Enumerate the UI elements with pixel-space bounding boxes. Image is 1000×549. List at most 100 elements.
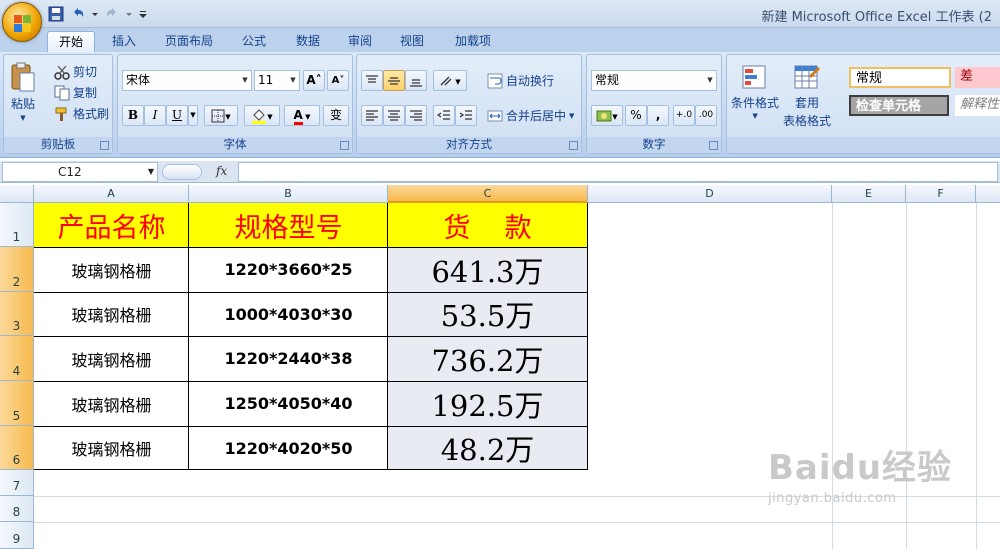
cell-spec[interactable]: 1220*4020*50 — [189, 426, 388, 470]
tab-review[interactable]: 审阅 — [338, 31, 382, 52]
conditional-format-button[interactable]: 条件格式 ▼ — [731, 63, 779, 120]
increase-decimal-button[interactable]: +.0 — [673, 105, 695, 126]
decrease-indent-button[interactable] — [433, 105, 455, 126]
tab-addins[interactable]: 加载项 — [446, 31, 500, 52]
comma-button[interactable]: , — [647, 105, 669, 126]
column-header-a[interactable]: A — [34, 185, 189, 203]
column-header-c[interactable]: C — [388, 185, 588, 203]
accounting-format-button[interactable]: ▼ — [591, 105, 623, 126]
undo-dropdown-icon[interactable] — [92, 6, 98, 22]
wrap-text-button[interactable]: 自动换行 — [487, 72, 554, 89]
underline-button[interactable]: U — [166, 105, 188, 126]
percent-button[interactable]: % — [625, 105, 647, 126]
cell-product[interactable]: 玻璃钢格栅 — [34, 426, 189, 470]
undo-icon[interactable] — [70, 6, 86, 22]
tab-data[interactable]: 数据 — [286, 31, 330, 52]
cell-amount[interactable]: 192.5万 — [388, 381, 587, 426]
font-launcher-icon[interactable] — [340, 141, 349, 150]
decrease-decimal-button[interactable]: .00 — [695, 105, 717, 126]
cell-style-normal[interactable]: 常规 — [849, 67, 951, 88]
formula-expand-handle[interactable] — [162, 164, 202, 180]
italic-button[interactable]: I — [144, 105, 166, 126]
cell-amount[interactable]: 48.2万 — [388, 426, 587, 470]
cell-product[interactable]: 玻璃钢格栅 — [34, 247, 189, 292]
tab-insert[interactable]: 插入 — [102, 31, 146, 52]
tab-page-layout[interactable]: 页面布局 — [156, 31, 222, 52]
grow-font-button[interactable]: A˄ — [303, 70, 325, 91]
increase-indent-button[interactable] — [455, 105, 477, 126]
cell-amount[interactable]: 53.5万 — [388, 292, 587, 336]
number-launcher-icon[interactable] — [709, 141, 718, 150]
header-cell-spec[interactable]: 规格型号 — [189, 203, 388, 247]
font-color-button[interactable]: A ▼ — [284, 105, 320, 126]
header-cell-product-name[interactable]: 产品名称 — [34, 203, 189, 247]
cell-style-explanatory[interactable]: 解释性 — [955, 95, 1000, 116]
customize-toolbar-icon[interactable] — [138, 6, 148, 22]
formula-input[interactable] — [238, 162, 998, 182]
header-cell-amount[interactable]: 货 款 — [388, 203, 587, 247]
gridline — [34, 522, 1000, 523]
fill-color-button[interactable]: ▼ — [244, 105, 280, 126]
row-header-3[interactable]: 3 — [0, 292, 34, 336]
align-center-button[interactable] — [383, 105, 405, 126]
underline-dropdown-icon[interactable]: ▼ — [188, 105, 198, 126]
column-header-e[interactable]: E — [832, 185, 906, 203]
cell-spec[interactable]: 1220*2440*38 — [189, 336, 388, 381]
format-as-table-button[interactable]: 套用 表格格式 — [783, 63, 831, 129]
format-painter-button[interactable]: 格式刷 — [54, 105, 109, 122]
row-header-9[interactable]: 9 — [0, 522, 34, 549]
align-right-button[interactable] — [405, 105, 427, 126]
column-header-d[interactable]: D — [588, 185, 832, 203]
styles-group: 条件格式 ▼ 套用 表格格式 常规 差 检查单元格 解释性 — [726, 54, 1000, 154]
cell-spec[interactable]: 1000*4030*30 — [189, 292, 388, 336]
align-top-button[interactable] — [361, 70, 383, 91]
insert-function-icon[interactable]: fx — [216, 162, 227, 180]
cell-product[interactable]: 玻璃钢格栅 — [34, 336, 189, 381]
cell-style-bad[interactable]: 差 — [955, 67, 1000, 88]
tab-home[interactable]: 开始 — [47, 31, 95, 52]
borders-button[interactable]: ▼ — [204, 105, 238, 126]
font-size-select[interactable]: 11 ▼ — [254, 70, 300, 91]
column-header-next[interactable] — [976, 185, 1000, 203]
row-header-5[interactable]: 5 — [0, 381, 34, 426]
tab-view[interactable]: 视图 — [390, 31, 434, 52]
number-format-select[interactable]: 常规 ▼ — [591, 70, 717, 91]
alignment-launcher-icon[interactable] — [569, 141, 578, 150]
row-header-8[interactable]: 8 — [0, 496, 34, 522]
align-bottom-button[interactable] — [405, 70, 427, 91]
save-icon[interactable] — [48, 6, 64, 22]
row-header-4[interactable]: 4 — [0, 336, 34, 381]
cell-style-check-cell[interactable]: 检查单元格 — [849, 95, 949, 116]
row-header-6[interactable]: 6 — [0, 426, 34, 470]
font-name-select[interactable]: 宋体 ▼ — [122, 70, 252, 91]
phonetic-button[interactable]: 变 — [323, 105, 349, 126]
row-header-1[interactable]: 1 — [0, 203, 34, 247]
align-left-button[interactable] — [361, 105, 383, 126]
align-middle-button[interactable] — [383, 70, 405, 91]
row-header-7[interactable]: 7 — [0, 470, 34, 496]
cell-product[interactable]: 玻璃钢格栅 — [34, 381, 189, 426]
merge-center-button[interactable]: 合并后居中 ▼ — [487, 107, 574, 124]
cut-button[interactable]: 剪切 — [54, 63, 97, 80]
name-box[interactable]: C12 ▼ — [2, 162, 158, 182]
paste-button[interactable]: 粘贴 ▼ — [8, 61, 38, 122]
row-header-2[interactable]: 2 — [0, 247, 34, 292]
conditional-format-label: 条件格式 — [731, 96, 780, 110]
tab-formulas[interactable]: 公式 — [232, 31, 276, 52]
cell-amount[interactable]: 736.2万 — [388, 336, 587, 381]
column-header-f[interactable]: F — [906, 185, 976, 203]
bold-button[interactable]: B — [122, 105, 144, 126]
cell-spec[interactable]: 1250*4050*40 — [189, 381, 388, 426]
redo-dropdown-icon[interactable] — [126, 6, 132, 22]
clipboard-launcher-icon[interactable] — [100, 141, 109, 150]
column-header-b[interactable]: B — [189, 185, 388, 203]
redo-icon[interactable] — [104, 6, 120, 22]
orientation-button[interactable]: ▼ — [433, 70, 467, 91]
shrink-font-button[interactable]: A˅ — [327, 70, 349, 91]
cell-spec[interactable]: 1220*3660*25 — [189, 247, 388, 292]
select-all-corner[interactable] — [0, 185, 34, 203]
cell-product[interactable]: 玻璃钢格栅 — [34, 292, 189, 336]
cell-amount[interactable]: 641.3万 — [388, 247, 587, 292]
copy-button[interactable]: 复制 — [54, 84, 97, 101]
office-button[interactable] — [2, 2, 42, 42]
